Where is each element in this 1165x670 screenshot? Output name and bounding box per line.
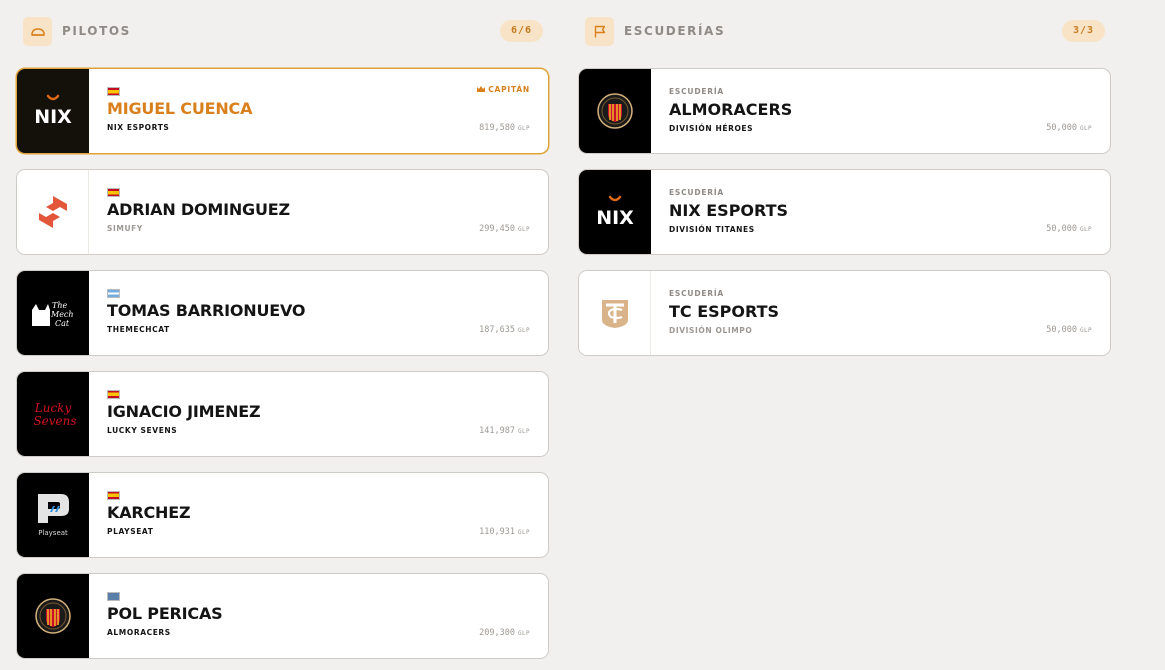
- almoracers-logo: [579, 69, 651, 153]
- svg-text:The: The: [52, 301, 67, 310]
- team-name: TC ESPORTS: [669, 302, 780, 321]
- svg-text:Cat: Cat: [55, 319, 70, 328]
- team-division: DIVISIÓN HÉROES: [669, 124, 754, 133]
- driver-name: KARCHEZ: [107, 503, 191, 522]
- driver-price: 299,450 GLP: [479, 224, 530, 234]
- driver-card[interactable]: POL PERICAS ALMORACERS 209,300 GLP: [16, 573, 549, 659]
- driver-team: LUCKY SEVENS: [107, 426, 178, 435]
- helmet-icon: [23, 17, 52, 46]
- team-division: DIVISIÓN TITANES: [669, 225, 755, 234]
- driver-team: ALMORACERS: [107, 628, 171, 637]
- team-price: 50,000 GLP: [1046, 123, 1092, 133]
- driver-team: PLAYSEAT: [107, 527, 154, 536]
- svg-text:NIX: NIX: [34, 106, 72, 128]
- driver-card-captain[interactable]: NIX CAPITÁN MIGUEL CUENCA NIX ESPORTS 81…: [16, 68, 549, 154]
- svg-text:Lucky: Lucky: [34, 401, 72, 415]
- team-price: 50,000 GLP: [1046, 224, 1092, 234]
- team-kicker: ESCUDERÍA: [669, 188, 725, 197]
- captain-badge: CAPITÁN: [477, 85, 530, 94]
- team-kicker: ESCUDERÍA: [669, 87, 725, 96]
- nix-esports-logo: NIX: [17, 69, 89, 153]
- svg-text:Mech: Mech: [50, 310, 74, 319]
- driver-price: 819,580 GLP: [479, 123, 530, 133]
- drivers-count-badge: 6/6: [500, 20, 544, 42]
- team-card[interactable]: NIX ESCUDERÍA NIX ESPORTS DIVISIÓN TITAN…: [578, 169, 1111, 255]
- driver-card[interactable]: The Mech Cat TOMAS BARRIONUEVO THEMECHCA…: [16, 270, 549, 356]
- driver-card[interactable]: Lucky Sevens IGNACIO JIMENEZ LUCKY SEVEN…: [16, 371, 549, 457]
- driver-name: TOMAS BARRIONUEVO: [107, 301, 306, 320]
- driver-team: THEMECHCAT: [107, 325, 170, 334]
- flag-icon: [585, 17, 614, 46]
- svg-text:Sevens: Sevens: [33, 414, 76, 428]
- argentina-flag-icon: [107, 289, 120, 298]
- lucky-sevens-logo: Lucky Sevens: [17, 372, 89, 456]
- region-flag-icon: [107, 592, 120, 601]
- driver-name: ADRIAN DOMINGUEZ: [107, 200, 290, 219]
- team-price: 50,000 GLP: [1046, 325, 1092, 335]
- driver-card[interactable]: Playseat KARCHEZ PLAYSEAT 110,931 GLP: [16, 472, 549, 558]
- team-card[interactable]: ESCUDERÍA TC ESPORTS DIVISIÓN OLIMPO 50,…: [578, 270, 1111, 356]
- teams-title: ESCUDERÍAS: [624, 24, 726, 38]
- tc-esports-logo: [579, 271, 651, 355]
- team-division: DIVISIÓN OLIMPO: [669, 326, 753, 335]
- svg-text:NIX: NIX: [596, 207, 634, 229]
- team-name: NIX ESPORTS: [669, 201, 789, 220]
- driver-price: 209,300 GLP: [479, 628, 530, 638]
- driver-price: 141,987 GLP: [479, 426, 530, 436]
- crown-icon: [477, 86, 486, 92]
- driver-team: NIX ESPORTS: [107, 123, 170, 132]
- almoracers-logo: [17, 574, 89, 658]
- nix-esports-logo: NIX: [579, 170, 651, 254]
- driver-team: SIMUFY: [107, 224, 143, 233]
- drivers-header: PILOTOS 6/6: [16, 14, 549, 50]
- teams-count-badge: 3/3: [1062, 20, 1106, 42]
- teams-section: ESCUDERÍAS 3/3 ESCUDERÍA ALMORACERS DIVI…: [578, 14, 1111, 371]
- driver-card[interactable]: ADRIAN DOMINGUEZ SIMUFY 299,450 GLP: [16, 169, 549, 255]
- team-kicker: ESCUDERÍA: [669, 289, 725, 298]
- drivers-section: PILOTOS 6/6 NIX CAPITÁN MIGUEL CUENCA NI…: [16, 14, 549, 670]
- spain-flag-icon: [107, 87, 120, 96]
- driver-price: 110,931 GLP: [479, 527, 530, 537]
- team-card[interactable]: ESCUDERÍA ALMORACERS DIVISIÓN HÉROES 50,…: [578, 68, 1111, 154]
- spain-flag-icon: [107, 390, 120, 399]
- svg-text:Playseat: Playseat: [38, 529, 68, 537]
- spain-flag-icon: [107, 188, 120, 197]
- drivers-title: PILOTOS: [62, 24, 131, 38]
- driver-price: 187,635 GLP: [479, 325, 530, 335]
- teams-header: ESCUDERÍAS 3/3: [578, 14, 1111, 50]
- simufy-logo: [17, 170, 89, 254]
- spain-flag-icon: [107, 491, 120, 500]
- driver-name: IGNACIO JIMENEZ: [107, 402, 261, 421]
- themechcat-logo: The Mech Cat: [17, 271, 89, 355]
- driver-name: POL PERICAS: [107, 604, 223, 623]
- team-name: ALMORACERS: [669, 100, 793, 119]
- driver-name: MIGUEL CUENCA: [107, 99, 253, 118]
- playseat-logo: Playseat: [17, 473, 89, 557]
